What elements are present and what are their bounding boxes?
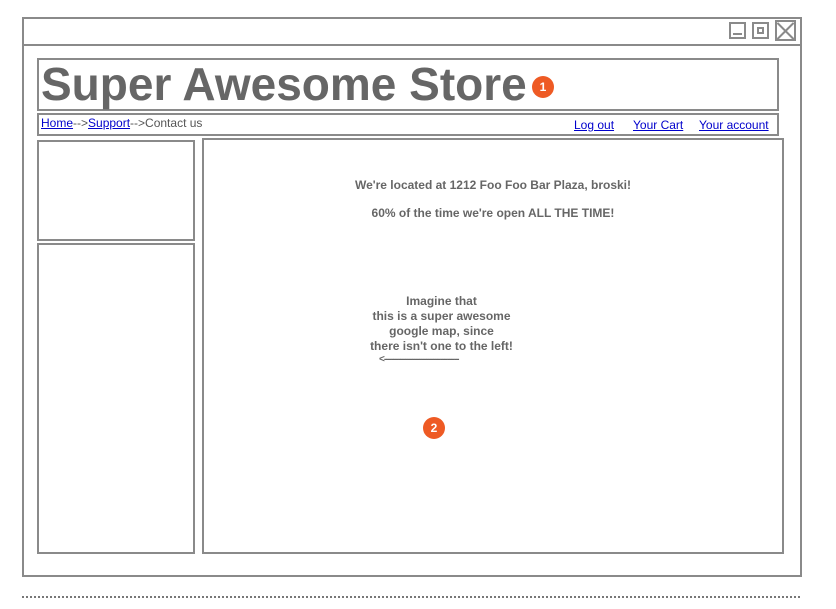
map-note-line: there isn't one to the left! [370, 339, 513, 353]
account-link[interactable]: Your account [699, 118, 769, 132]
site-header: Super Awesome Store [37, 58, 779, 111]
breadcrumb-current: Contact us [145, 116, 203, 130]
sidebar-top-panel [37, 140, 195, 241]
hours-text: 60% of the time we're open ALL THE TIME! [371, 206, 615, 220]
breadcrumb-separator: --> [130, 116, 146, 130]
site-title: Super Awesome Store [41, 58, 527, 110]
breadcrumb-home-link[interactable]: Home [41, 116, 73, 130]
left-arrow: <-------------------------------- [379, 354, 459, 365]
page-content: Super Awesome Store Home-->Support-->Con… [22, 17, 798, 573]
breadcrumb-separator: --> [73, 116, 89, 130]
map-note-line: this is a super awesome [372, 309, 511, 323]
map-placeholder-note: Imagine that this is a super awesome goo… [324, 294, 559, 354]
main-content: We're located at 1212 Foo Foo Bar Plaza,… [202, 138, 784, 554]
map-note-line: Imagine that [406, 294, 477, 308]
map-note-line: google map, since [389, 324, 494, 338]
annotation-marker-1: 1 [532, 76, 554, 98]
sidebar-bottom-panel [37, 243, 195, 554]
breadcrumb: Home-->Support-->Contact us [41, 116, 202, 130]
navigation-bar: Home-->Support-->Contact us Log out Your… [37, 113, 779, 136]
logout-link[interactable]: Log out [574, 118, 614, 132]
page-divider [22, 596, 800, 598]
location-text: We're located at 1212 Foo Foo Bar Plaza,… [354, 178, 632, 192]
breadcrumb-support-link[interactable]: Support [88, 116, 130, 130]
cart-link[interactable]: Your Cart [633, 118, 683, 132]
annotation-marker-2: 2 [423, 417, 445, 439]
